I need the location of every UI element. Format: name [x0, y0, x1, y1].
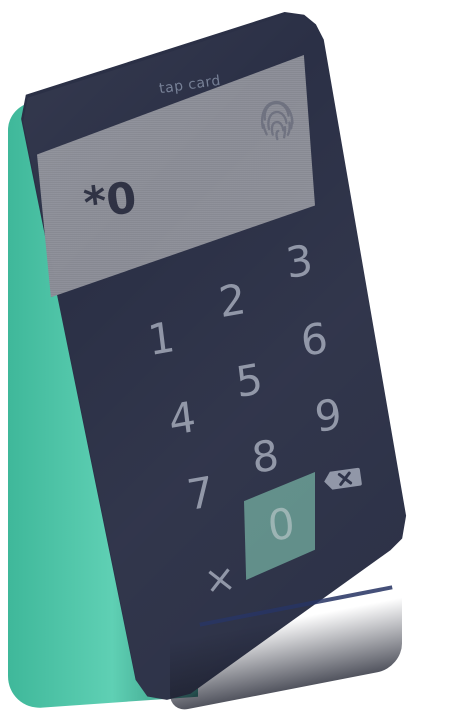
keypad-key-0[interactable]: 0: [265, 498, 297, 551]
keypad-key-3[interactable]: 3: [283, 235, 315, 288]
fingerprint-icon[interactable]: [251, 89, 303, 150]
keypad-key-2[interactable]: 2: [216, 274, 248, 327]
backspace-icon[interactable]: [321, 463, 364, 494]
display-value: *0: [81, 172, 140, 230]
keypad-key-9[interactable]: 9: [312, 389, 344, 442]
keypad-key-7[interactable]: 7: [184, 467, 216, 520]
keypad-key-1[interactable]: 1: [145, 312, 177, 365]
keypad-key-4[interactable]: 4: [166, 392, 198, 445]
keypad-key-6[interactable]: 6: [298, 313, 330, 366]
keypad-key-5[interactable]: 5: [233, 354, 265, 407]
cancel-button[interactable]: ×: [201, 555, 238, 603]
keypad-key-8[interactable]: 8: [249, 430, 281, 483]
device-stage: tap card *0 1 2 3 4 5 6 7 8 9 0 ×: [0, 0, 450, 720]
